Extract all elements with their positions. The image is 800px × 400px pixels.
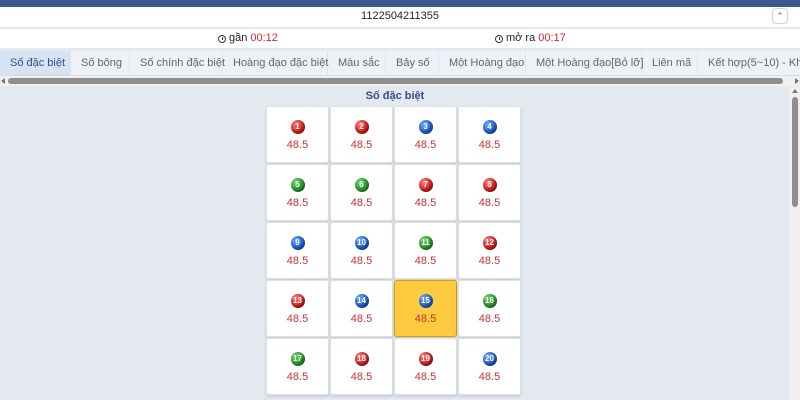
number-cell[interactable]: 14 48.5 — [330, 280, 393, 337]
number-ball-blue: 15 — [418, 294, 433, 308]
timer-open-label: mở ra — [506, 32, 536, 44]
odds-value: 48.5 — [478, 371, 501, 383]
number-cell[interactable]: 19 48.5 — [394, 338, 457, 395]
odds-value: 48.5 — [414, 197, 437, 209]
horizontal-scrollbar[interactable] — [0, 76, 800, 86]
number-cell[interactable]: 11 48.5 — [394, 222, 457, 279]
tab-so-chinh-dac-biet[interactable]: Số chính đặc biệt — [130, 51, 225, 75]
odds-value: 48.5 — [286, 197, 309, 209]
odds-value: 48.5 — [414, 139, 437, 151]
tab-bay-so[interactable]: Bảy số — [386, 51, 439, 75]
number-ball-blue: 10 — [354, 236, 369, 250]
number-cell[interactable]: 20 48.5 — [458, 338, 521, 395]
chevron-up-icon: ⌃ — [776, 11, 784, 21]
number-ball-green: 5 — [290, 178, 305, 192]
number-ball-red: 12 — [482, 236, 497, 250]
number-ball-green: 6 — [354, 178, 369, 192]
odds-value: 48.5 — [286, 371, 309, 383]
number-ball-blue: 4 — [482, 120, 497, 134]
tab-mot-hoang-dao[interactable]: Một Hoàng đạo — [439, 51, 526, 75]
odds-value: 48.5 — [414, 371, 437, 383]
number-cell[interactable]: 10 48.5 — [330, 222, 393, 279]
number-cell[interactable]: 15 48.5 — [394, 280, 457, 337]
collapse-button[interactable]: ⌃ — [772, 8, 788, 24]
odds-value: 48.5 — [414, 313, 437, 325]
odds-value: 48.5 — [414, 255, 437, 267]
tab-so-dac-biet[interactable]: Số đặc biệt — [0, 51, 71, 75]
tab-mau-sac[interactable]: Màu sắc — [328, 51, 386, 75]
clock-icon — [495, 34, 503, 43]
vertical-scroll-thumb[interactable] — [792, 97, 798, 207]
header-bar: 1122504211355 ⌃ — [0, 7, 800, 27]
scroll-left-icon[interactable] — [1, 78, 5, 84]
number-ball-red: 18 — [354, 352, 369, 366]
top-bar — [0, 0, 800, 7]
odds-value: 48.5 — [350, 139, 373, 151]
timer-near-label: gần — [229, 32, 248, 44]
odds-value: 48.5 — [350, 313, 373, 325]
number-ball-red: 8 — [482, 178, 497, 192]
number-cell[interactable]: 9 48.5 — [266, 222, 329, 279]
horizontal-scroll-thumb[interactable] — [8, 78, 783, 84]
number-cell[interactable]: 8 48.5 — [458, 164, 521, 221]
section-title: Số đặc biệt — [365, 90, 425, 102]
number-ball-green: 11 — [418, 236, 433, 250]
number-ball-red: 1 — [290, 120, 305, 134]
number-ball-green: 16 — [482, 294, 497, 308]
number-ball-blue: 3 — [418, 120, 433, 134]
number-cell[interactable]: 6 48.5 — [330, 164, 393, 221]
number-cell[interactable]: 5 48.5 — [266, 164, 329, 221]
number-ball-green: 17 — [290, 352, 305, 366]
timer-open-value: 00:17 — [538, 32, 566, 44]
number-ball-red: 13 — [290, 294, 305, 308]
timer-bar: gần 00:12 mở ra 00:17 — [0, 29, 800, 48]
clock-icon — [218, 34, 226, 43]
odds-value: 48.5 — [478, 139, 501, 151]
tab-ket-hop[interactable]: Kết hợp(5~10) - Không trúng — [698, 51, 800, 75]
timer-open: mở ra 00:17 — [495, 32, 566, 45]
tab-so-bong[interactable]: Số bông — [71, 51, 130, 75]
number-ball-blue: 20 — [482, 352, 497, 366]
odds-value: 48.5 — [350, 197, 373, 209]
number-cell[interactable]: 12 48.5 — [458, 222, 521, 279]
odds-value: 48.5 — [286, 139, 309, 151]
number-ball-red: 2 — [354, 120, 369, 134]
odds-value: 48.5 — [286, 313, 309, 325]
odds-value: 48.5 — [478, 313, 501, 325]
draw-serial: 1122504211355 — [361, 10, 439, 22]
number-cell[interactable]: 17 48.5 — [266, 338, 329, 395]
odds-value: 48.5 — [350, 255, 373, 267]
number-cell[interactable]: 4 48.5 — [458, 106, 521, 163]
odds-value: 48.5 — [286, 255, 309, 267]
number-cell[interactable]: 18 48.5 — [330, 338, 393, 395]
bet-type-tabs: Số đặc biệt Số bông Số chính đặc biệt Ho… — [0, 51, 800, 76]
timer-near-value: 00:12 — [250, 32, 278, 44]
number-grid: 1 48.5 2 48.5 3 48.5 4 48.5 5 48.5 6 48.5 7 48.5 8 48.5… — [266, 106, 522, 395]
number-cell[interactable]: 3 48.5 — [394, 106, 457, 163]
number-ball-red: 19 — [418, 352, 433, 366]
number-ball-blue: 14 — [354, 294, 369, 308]
scroll-up-icon[interactable] — [792, 89, 798, 93]
scroll-right-icon[interactable] — [795, 78, 799, 84]
timer-near: gần 00:12 — [218, 32, 278, 45]
number-cell[interactable]: 16 48.5 — [458, 280, 521, 337]
odds-value: 48.5 — [350, 371, 373, 383]
number-cell[interactable]: 2 48.5 — [330, 106, 393, 163]
number-cell[interactable]: 1 48.5 — [266, 106, 329, 163]
number-ball-red: 7 — [418, 178, 433, 192]
number-ball-blue: 9 — [290, 236, 305, 250]
odds-value: 48.5 — [478, 197, 501, 209]
odds-value: 48.5 — [478, 255, 501, 267]
tab-lien-ma[interactable]: Liên mã — [642, 51, 698, 75]
tab-hoang-dao-dac-biet[interactable]: Hoàng đạo đặc biệt — [223, 51, 328, 75]
vertical-scrollbar[interactable] — [790, 87, 800, 400]
tab-mot-hoang-dao-bo-lo[interactable]: Một Hoàng đạo[Bỏ lỡ] — [526, 51, 644, 75]
number-cell[interactable]: 7 48.5 — [394, 164, 457, 221]
number-cell[interactable]: 13 48.5 — [266, 280, 329, 337]
